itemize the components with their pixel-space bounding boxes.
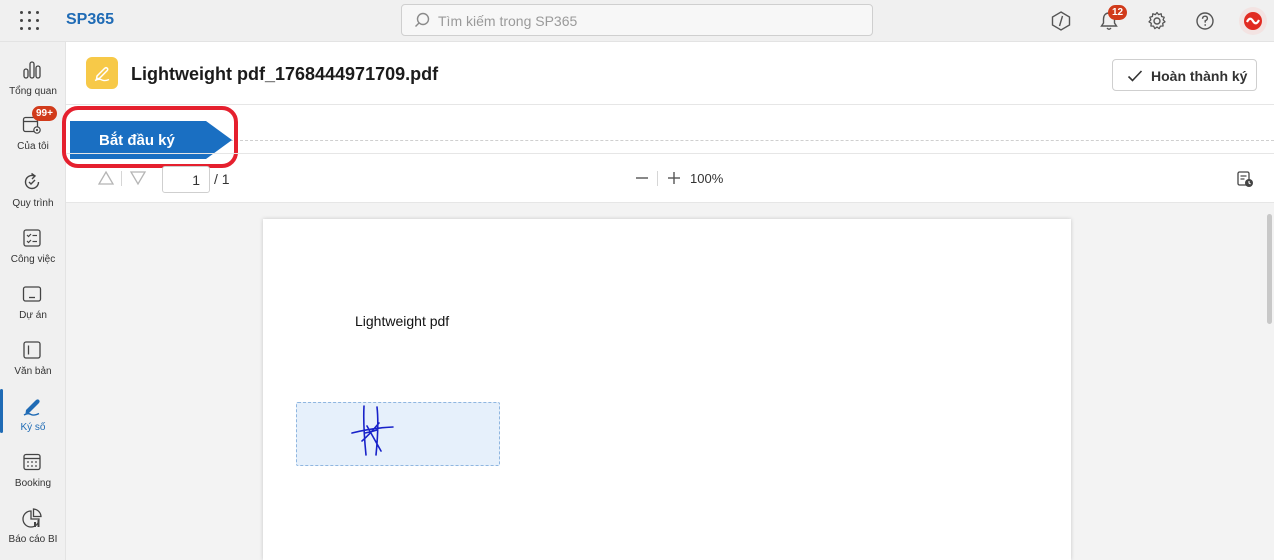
project-icon [22, 286, 42, 302]
search-box[interactable]: Tìm kiếm trong SP365 [401, 4, 873, 36]
sidebar-item-label: Dự án [19, 310, 47, 321]
search-placeholder: Tìm kiếm trong SP365 [438, 13, 578, 29]
zoom-level: 100% [690, 171, 724, 186]
sidebar-item-du-an[interactable]: Dự án [0, 283, 66, 337]
bi-report-icon [22, 508, 42, 528]
gear-icon[interactable] [1146, 10, 1168, 32]
zoom-out-icon[interactable] [634, 170, 650, 186]
sidebar-item-label: Quy trình [12, 198, 54, 209]
check-icon [1127, 70, 1143, 82]
zoom-in-icon[interactable] [666, 170, 682, 186]
sidebar-item-label: Công việc [10, 254, 56, 265]
pdf-page-text: Lightweight pdf [355, 313, 450, 329]
sidebar-item-ky-so[interactable]: Ký số [0, 389, 66, 449]
header-divider [66, 104, 1274, 105]
zoom-separator [657, 171, 658, 186]
pen-sign-icon [94, 66, 110, 82]
avatar[interactable] [1239, 7, 1267, 35]
notification-badge: 12 [1108, 5, 1128, 20]
process-cycle-icon [24, 172, 40, 190]
sidebar-item-label: Tổng quan [9, 86, 57, 97]
step-label: Bắt đầu ký [99, 132, 175, 149]
task-list-icon [23, 229, 41, 247]
signing-doc-icon [86, 57, 118, 89]
sidebar-item-label: Của tôi [17, 141, 49, 152]
pdf-page [263, 219, 1071, 560]
next-page-icon[interactable] [129, 170, 147, 186]
booking-calendar-icon [23, 453, 41, 471]
sidebar-item-tong-quan[interactable]: Tổng quan [0, 59, 66, 113]
sidebar-item-cong-viec[interactable]: Công việc [0, 227, 66, 281]
page-total: / 1 [214, 171, 230, 187]
sidebar-item-cua-toi[interactable]: 99+ Của tôi [0, 106, 66, 168]
sidebar-item-label: Booking [14, 478, 52, 489]
sidebar-item-quy-trinh[interactable]: Quy trình [0, 171, 66, 225]
help-icon[interactable] [1194, 10, 1216, 32]
brand-name[interactable]: SP365 [66, 11, 114, 29]
code-icon[interactable] [1050, 10, 1072, 32]
sidebar-item-booking[interactable]: Booking [0, 451, 66, 505]
step-progress-line [230, 140, 1274, 141]
user-avatar-logo-icon [1244, 12, 1262, 30]
step-divider [66, 153, 1274, 154]
complete-signing-button[interactable]: Hoàn thành ký [1112, 59, 1257, 91]
sidebar-item-bao-cao-bi[interactable]: Báo cáo BI [0, 507, 66, 560]
toolbar-separator [121, 171, 122, 186]
cua-toi-badge: 99+ [32, 106, 57, 121]
sidebar-item-van-ban[interactable]: Văn bản [0, 339, 66, 393]
complete-signing-label: Hoàn thành ký [1151, 68, 1248, 84]
app-launcher-icon[interactable] [20, 11, 40, 31]
sidebar: Tổng quan 99+ Của tôi Quy trình Công việ… [0, 42, 66, 560]
page-number-input[interactable] [162, 166, 210, 193]
search-icon [415, 12, 430, 27]
digital-sign-icon [23, 399, 40, 416]
prev-page-icon[interactable] [97, 170, 115, 186]
page-title: Lightweight pdf_1768444971709.pdf [131, 64, 439, 84]
top-bar: SP365 Tìm kiếm trong SP365 12 [0, 0, 1274, 42]
handwritten-signature [351, 405, 394, 456]
sidebar-item-label: Báo cáo BI [8, 534, 58, 545]
sidebar-item-label: Ký số [20, 422, 46, 433]
chart-bar-icon [23, 61, 41, 79]
sidebar-item-label: Văn bản [14, 366, 52, 377]
history-icon[interactable] [1236, 170, 1254, 188]
document-icon [23, 341, 41, 359]
signature-field[interactable] [296, 402, 500, 466]
viewer-scrollbar[interactable] [1267, 214, 1272, 324]
